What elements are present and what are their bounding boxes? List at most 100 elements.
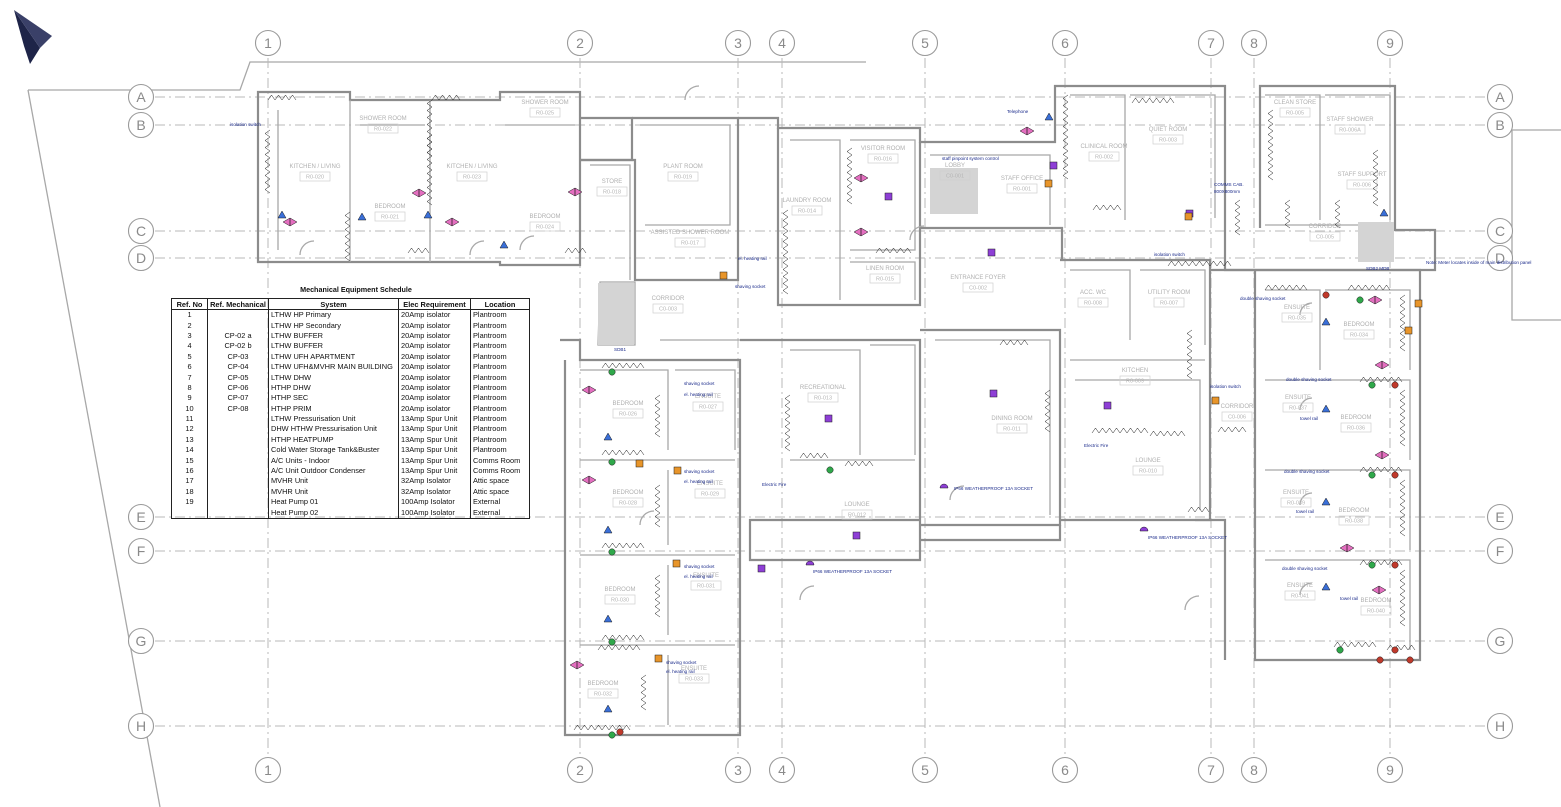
room-tag: STAFF SUPPORT R0-006 [1337,172,1387,190]
room-name: BEDROOM [1360,598,1391,604]
shaving-socket-label: shaving socket [666,660,697,665]
schedule-cell: Plantroom [470,424,530,435]
room-tag: STORE R0-018 [596,179,628,197]
tv-outlet-icon [853,173,869,183]
smoke-detector-icon [1336,646,1344,654]
schedule-cell: CP-02 b [207,341,269,352]
grid-row-label: G [1495,633,1506,649]
heat-detector-icon [1406,656,1414,664]
room-tag: LOUNGE R0-012 [841,502,873,520]
grid-row-label: G [136,633,147,649]
socket-run [1399,569,1406,627]
room-number: R0-008 [1084,301,1102,307]
weatherproof-socket-label: IP66 WEATHERPROOF 13A SOCKET [1148,535,1227,540]
socket-run [1044,389,1051,433]
schedule-cell: HTHP HEATPUMP [268,434,399,446]
smoke-detector-icon [608,548,616,556]
grid-row-bubble: H [127,712,155,740]
schedule-cell: 1 [171,309,208,321]
schedule-cell: 13Amp Spur Unit [398,445,471,456]
room-tag: STAFF OFFICE R0-001 [1001,176,1043,194]
floor-plan-sheet: 112233445566778899AABBCCDDEEFFGGHH KITCH… [0,0,1561,807]
schedule-cell: DHW HTHW Pressurisation Unit [268,424,399,435]
schedule-cell: 10 [171,403,208,414]
room-tag: VISITOR ROOM R0-016 [861,146,905,164]
room-name: SHOWER ROOM [521,100,568,106]
room-tag: CORRIDOR C0-006 [1221,404,1254,422]
room-number: R0-003 [1159,138,1177,144]
heating-rail-label: el. heating rail [684,392,713,397]
schedule-row: 14 Cold Water Storage Tank&Buster 13Amp Sp… [171,445,530,456]
grid-row-bubble: D [1486,244,1514,272]
tv-outlet-icon [569,660,585,670]
grid-column-label: 6 [1061,35,1069,51]
schedule-cell: 32Amp Isolator [398,476,471,487]
double-shaving-label: double shaving socket [1240,296,1286,301]
grid-column-label: 5 [921,35,929,51]
schedule-cell: MVHR Unit [268,476,399,487]
schedule-column-header: Elec Requirement [398,298,471,310]
socket-run [601,362,645,369]
schedule-cell: CP-04 [207,361,269,373]
room-name: CORRIDOR [652,296,685,302]
room-name: KITCHEN / LIVING [289,164,340,170]
socket-run [1264,284,1308,291]
schedule-cell [207,465,269,477]
weatherproof-socket-icon [939,483,949,489]
schedule-cell: 8 [171,382,208,394]
socket-run [640,674,647,711]
schedule-cell [207,497,269,508]
data-outlet-icon [357,212,367,221]
smoke-detector-icon [1368,561,1376,569]
heating-rail-label: el. heating rail [684,479,713,484]
room-name: BEDROOM [1338,508,1369,514]
schedule-cell [207,445,269,456]
room-tag: ENSUITE R0-037 [1282,395,1314,413]
grid-row-bubble: C [1486,217,1514,245]
electric-fire-label: Electric Fire [1084,443,1109,448]
schedule-cell: Plantroom [470,320,530,331]
schedule-cell: LTHW HP Primary [268,309,399,321]
grid-column-label: 1 [264,35,272,51]
room-name: STORE [602,179,623,185]
smoke-detector-icon [826,466,834,474]
wap-icon [1103,401,1112,410]
schedule-cell: CP-06 [207,382,269,394]
grid-column-bubble: 4 [768,756,796,784]
room-name: BEDROOM [1343,322,1374,328]
schedule-cell: 13Amp Spur Unit [398,413,471,425]
room-tag: LAUNDRY ROOM R0-014 [783,198,831,216]
room-tag: ENSUITE R0-039 [1280,490,1312,508]
socket-run [1091,427,1149,434]
socket-run [782,209,789,295]
grid-column-label: 2 [576,762,584,778]
tv-outlet-icon [1367,295,1383,305]
schedule-cell: A/C Units - Indoor [268,455,399,466]
comms-cab-size: 800X800mm [1214,189,1240,194]
junction-box-icon [654,654,663,663]
schedule-cell: LTHW UFH APARTMENT [268,351,399,362]
schedule-cell: Plantroom [470,393,530,404]
schedule-cell: 6 [171,361,208,373]
electric-fire-label: Electric Fire [762,482,787,487]
staff-control-label: staff pinpoint system control [942,156,999,161]
room-number: R0-002 [1095,155,1113,161]
grid-row-label: C [1495,223,1505,239]
socket-run [1333,641,1377,648]
grid-column-label: 8 [1250,762,1258,778]
schedule-cell: Plantroom [470,330,530,342]
tv-outlet-icon [581,475,597,485]
room-number: R0-007 [1160,301,1178,307]
schedule-cell: CP-03 [207,351,269,362]
meter-note: Note: Meter locates inside of main distr… [1426,260,1532,265]
grid-column-bubble: 9 [1376,29,1404,57]
room-number: R0-026 [619,412,637,418]
room-number: R0-032 [594,692,612,698]
room-number: R0-016 [874,157,892,163]
room-name: ASSISTED SHOWER ROOM [651,230,730,236]
smoke-detector-icon [1368,381,1376,389]
double-shaving-label: double shaving socket [1284,469,1330,474]
room-tag: DINING ROOM R0-011 [991,416,1033,434]
room-name: KITCHEN [1122,368,1148,374]
schedule-cell: 7 [171,372,208,383]
